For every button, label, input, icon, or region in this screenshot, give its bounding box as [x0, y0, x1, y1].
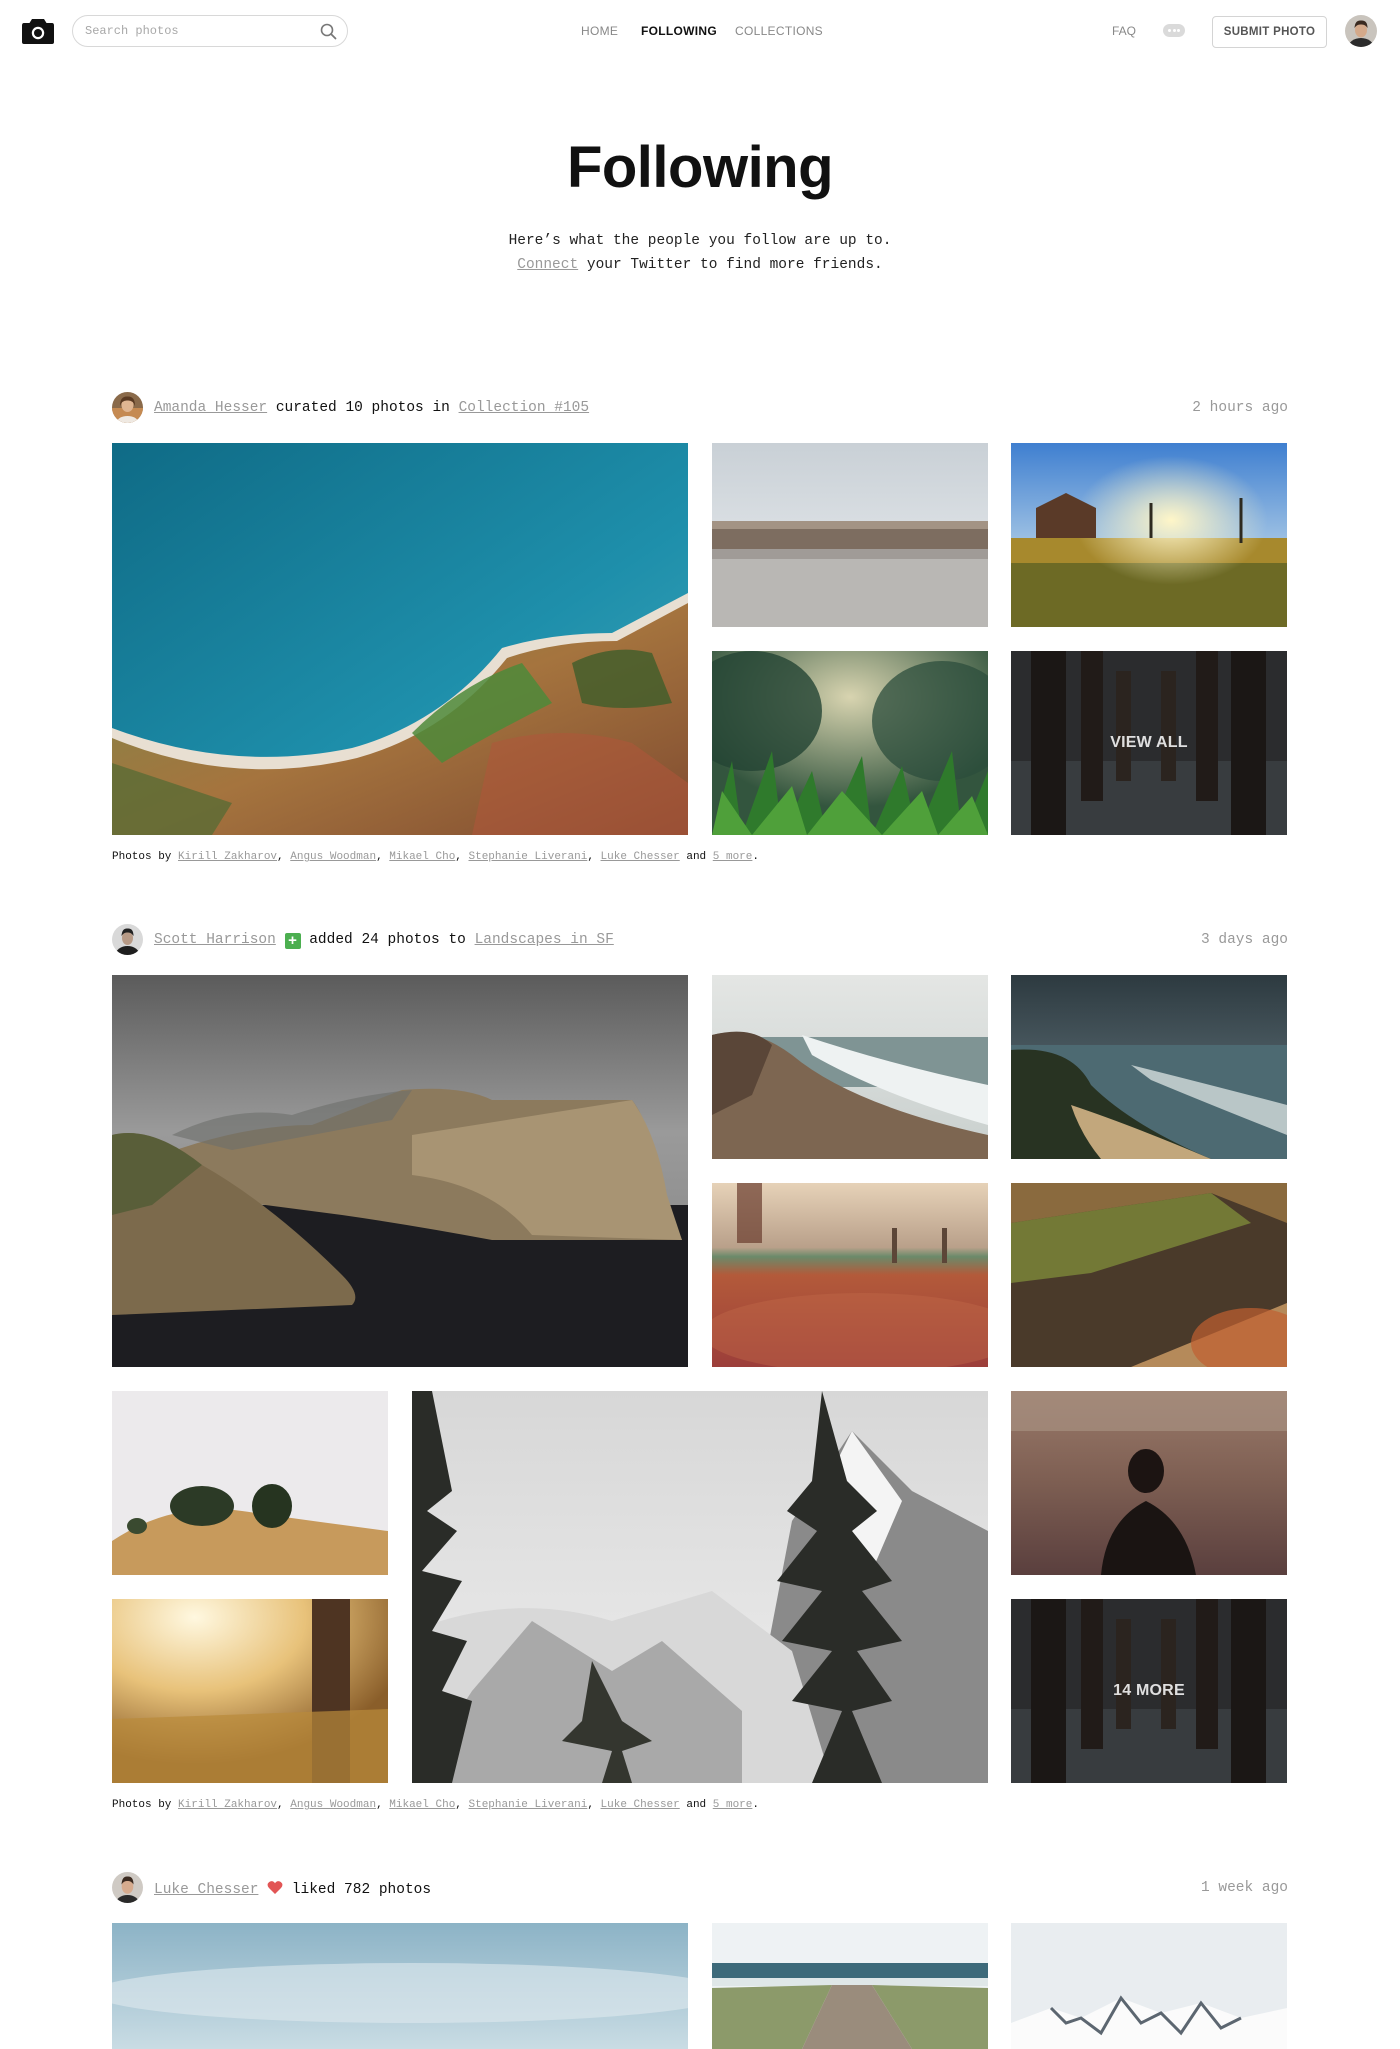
submit-photo-button[interactable]: SUBMIT PHOTO: [1212, 16, 1327, 48]
search-box: [72, 15, 348, 47]
subtitle-line-1: Here’s what the people you follow are up…: [508, 233, 892, 249]
page-subtitle: Here’s what the people you follow are up…: [0, 229, 1400, 277]
photo-barn-sunset[interactable]: [1011, 443, 1287, 627]
credits-prefix: Photos by: [112, 851, 179, 863]
credit-link[interactable]: Mikael Cho: [389, 851, 455, 863]
activity-text: Amanda Hesser curated 10 photos in Colle…: [154, 400, 589, 416]
photo-golden-field[interactable]: [112, 1599, 388, 1783]
photo-beach-cliff[interactable]: [712, 975, 988, 1159]
activity-action: liked 782 photos: [283, 1882, 432, 1898]
credit-link[interactable]: Luke Chesser: [601, 1799, 680, 1811]
user-link[interactable]: Amanda Hesser: [154, 400, 267, 416]
credit-link[interactable]: Angus Woodman: [290, 1799, 376, 1811]
activity-text: Scott Harrison + added 24 photos to Land…: [154, 932, 614, 949]
photo-autumn-path[interactable]: [712, 1183, 988, 1367]
photo-sky-sea[interactable]: [112, 1923, 688, 2049]
photo-pier-view-all[interactable]: VIEW ALL: [1011, 651, 1287, 835]
feed-item-header: Amanda Hesser curated 10 photos in Colle…: [112, 392, 1288, 424]
credits-prefix: Photos by: [112, 1799, 179, 1811]
camera-logo-icon[interactable]: [21, 17, 55, 45]
credits-end: .: [752, 1799, 759, 1811]
nav-faq[interactable]: FAQ: [1112, 24, 1136, 38]
activity-action: curated 10 photos in: [267, 400, 459, 416]
nav-home[interactable]: HOME: [581, 24, 618, 38]
page-title: Following: [566, 135, 834, 200]
photo-credits: Photos by Kirill Zakharov, Angus Woodman…: [112, 851, 759, 863]
photo-breakwater[interactable]: [712, 443, 988, 627]
photo-cove-beach[interactable]: [1011, 975, 1287, 1159]
avatar[interactable]: [112, 1872, 143, 1903]
timestamp: 2 hours ago: [1192, 400, 1288, 416]
credits-and: and: [679, 1799, 713, 1811]
more-options-icon[interactable]: [1163, 24, 1185, 37]
heart-icon: [267, 1881, 283, 1894]
more-credits-link[interactable]: 5 more: [713, 1799, 753, 1811]
user-link[interactable]: Scott Harrison: [154, 932, 276, 948]
avatar[interactable]: [112, 924, 143, 955]
credit-link[interactable]: Stephanie Liverani: [469, 1799, 588, 1811]
photo-grass[interactable]: [712, 651, 988, 835]
credit-link[interactable]: Kirill Zakharov: [178, 851, 277, 863]
credit-link[interactable]: Luke Chesser: [601, 851, 680, 863]
nav-collections[interactable]: COLLECTIONS: [735, 24, 823, 38]
avatar[interactable]: [112, 392, 143, 423]
user-link[interactable]: Luke Chesser: [154, 1882, 258, 1898]
photo-foggy-bushes[interactable]: [112, 1391, 388, 1575]
credits-and: and: [679, 851, 713, 863]
plus-badge-icon: +: [284, 933, 301, 949]
more-photos-label[interactable]: 14 MORE: [1011, 1599, 1287, 1783]
activity-action: added 24 photos to: [300, 932, 475, 948]
photo-credits: Photos by Kirill Zakharov, Angus Woodman…: [112, 1799, 759, 1811]
collection-link[interactable]: Landscapes in SF: [475, 932, 614, 948]
credit-link[interactable]: Angus Woodman: [290, 851, 376, 863]
search-icon[interactable]: [320, 23, 337, 40]
timestamp: 3 days ago: [1200, 932, 1288, 948]
connect-twitter-link[interactable]: Connect: [517, 257, 578, 273]
photo-pier-more[interactable]: 14 MORE: [1011, 1599, 1287, 1783]
photo-snowy-peaks[interactable]: [1011, 1923, 1287, 2049]
search-input[interactable]: [85, 22, 305, 40]
credit-link[interactable]: Mikael Cho: [389, 1799, 455, 1811]
photo-mossy-log[interactable]: [1011, 1183, 1287, 1367]
subtitle-line-2: Connect your Twitter to find more friend…: [0, 253, 1400, 277]
photo-beach-boardwalk[interactable]: [712, 1923, 988, 2049]
photo-coastline[interactable]: [112, 443, 688, 835]
top-navigation: HOME FOLLOWING COLLECTIONS FAQ SUBMIT PH…: [0, 0, 1400, 64]
credits-end: .: [752, 851, 759, 863]
user-avatar[interactable]: [1345, 15, 1377, 47]
activity-text: Luke Chesser liked 782 photos: [154, 1880, 431, 1898]
collection-link[interactable]: Collection #105: [459, 400, 590, 416]
photo-island-cliff[interactable]: [112, 975, 688, 1367]
feed-item-header: Luke Chesser liked 782 photos 1 week ago: [112, 1872, 1288, 1904]
timestamp: 1 week ago: [1200, 1880, 1288, 1896]
feed-item-header: Scott Harrison + added 24 photos to Land…: [112, 924, 1288, 956]
subtitle-line-2-text: your Twitter to find more friends.: [578, 257, 883, 273]
photo-silhouette[interactable]: [1011, 1391, 1287, 1575]
more-credits-link[interactable]: 5 more: [713, 851, 753, 863]
view-all-label[interactable]: VIEW ALL: [1011, 651, 1287, 835]
credit-link[interactable]: Kirill Zakharov: [178, 1799, 277, 1811]
nav-following[interactable]: FOLLOWING: [641, 24, 717, 38]
credit-link[interactable]: Stephanie Liverani: [469, 851, 588, 863]
photo-snowy-mountains[interactable]: [412, 1391, 988, 1783]
